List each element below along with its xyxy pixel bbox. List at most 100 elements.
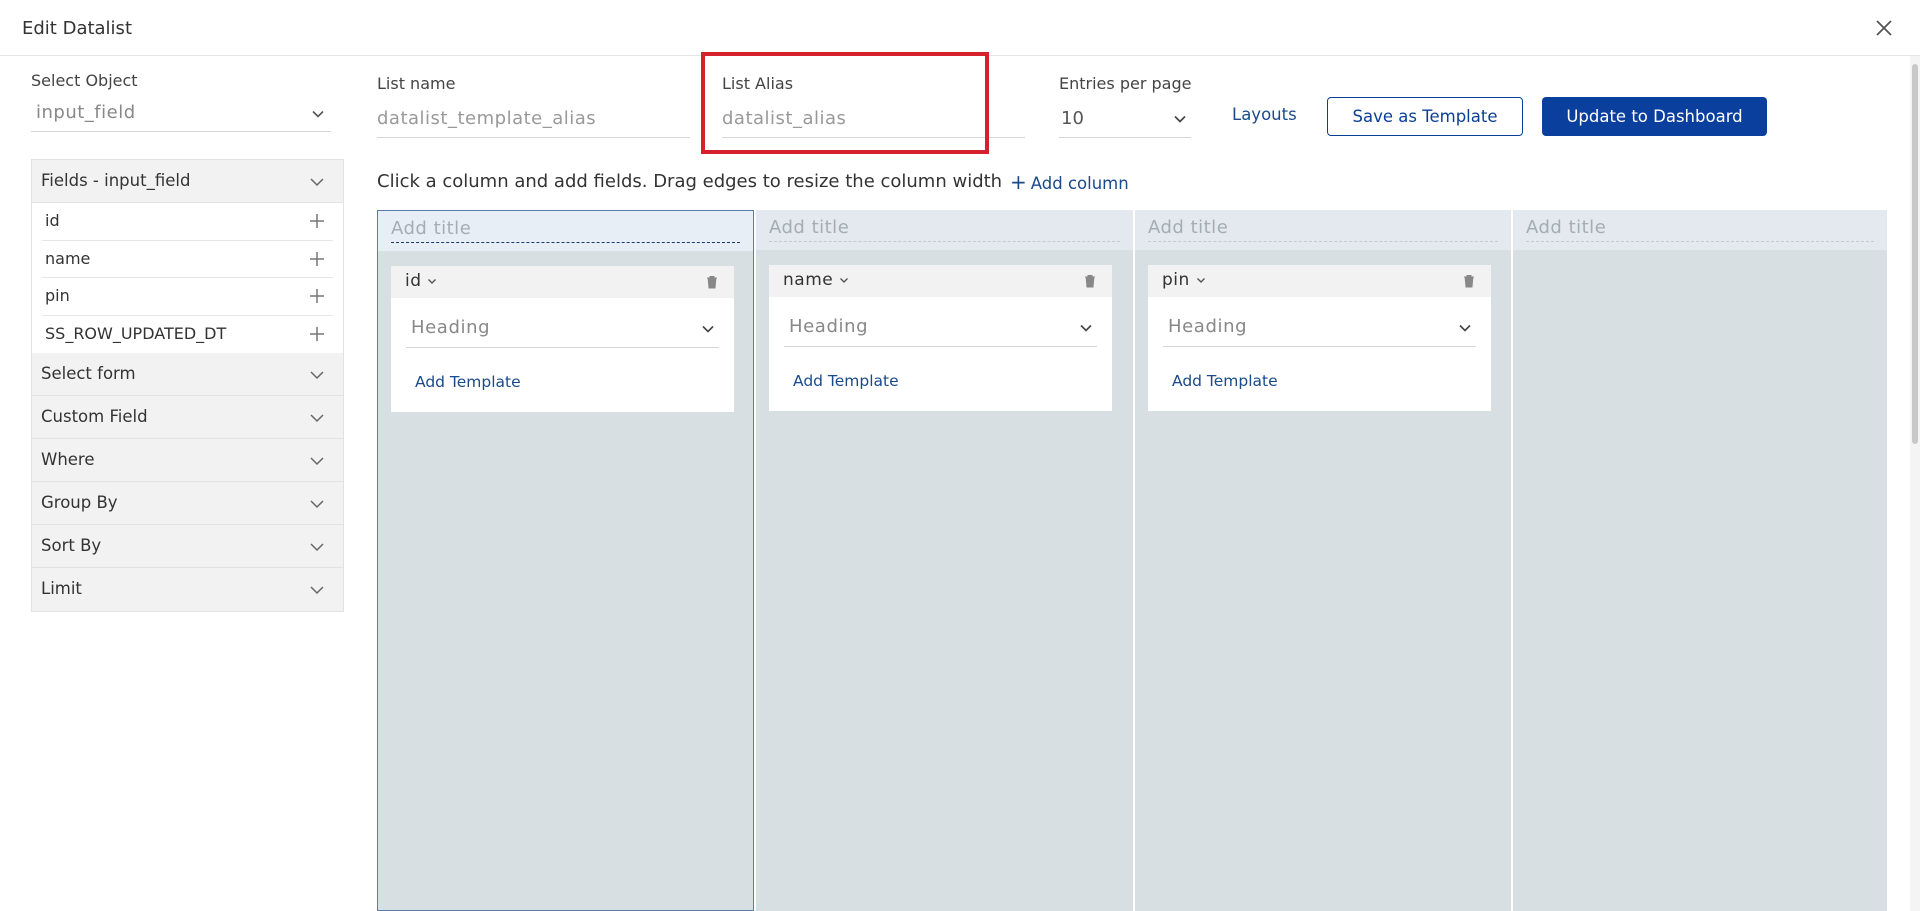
section-select-form[interactable]: Select form <box>32 353 343 396</box>
heading-value: Heading <box>789 316 869 337</box>
dialog-title: Edit Datalist <box>22 18 132 39</box>
field-item-pin[interactable]: pin <box>42 278 333 316</box>
field-name: id <box>405 271 422 291</box>
builder-column[interactable]: Add title pin Heading Add Template <box>1135 210 1511 911</box>
add-column-label: Add column <box>1030 174 1129 193</box>
field-name-dropdown[interactable]: id <box>405 271 437 291</box>
field-card-header: id <box>391 266 734 298</box>
column-title-input[interactable]: Add title <box>391 216 740 243</box>
heading-select[interactable]: Heading <box>1163 309 1476 347</box>
chevron-down-icon <box>309 174 325 193</box>
section-group-by[interactable]: Group By <box>32 482 343 525</box>
save-as-template-button[interactable]: Save as Template <box>1327 97 1523 136</box>
select-object-value: input_field <box>36 102 136 123</box>
entries-per-page-value: 10 <box>1061 108 1084 129</box>
chevron-down-icon <box>428 279 437 284</box>
layouts-link[interactable]: Layouts <box>1232 105 1297 124</box>
add-field-icon[interactable] <box>309 213 325 229</box>
entries-per-page-label: Entries per page <box>1059 74 1192 93</box>
add-template-link[interactable]: Add Template <box>793 372 899 390</box>
chevron-down-icon <box>309 453 325 472</box>
builder-column[interactable]: Add title name Heading Add Template <box>756 210 1133 911</box>
builder-column[interactable]: Add title <box>1513 210 1887 911</box>
chevron-down-icon <box>1196 278 1205 283</box>
column-title-input[interactable]: Add title <box>769 215 1120 242</box>
field-item-label: pin <box>45 286 70 305</box>
update-to-dashboard-button[interactable]: Update to Dashboard <box>1542 97 1767 136</box>
list-alias-value: datalist_alias <box>722 108 847 129</box>
chevron-down-icon <box>701 321 715 340</box>
list-name-input[interactable]: datalist_template_alias <box>377 100 690 138</box>
section-label: Group By <box>41 493 118 512</box>
field-item-label: name <box>45 248 91 268</box>
add-column-button[interactable]: + Add column <box>1010 170 1129 194</box>
heading-value: Heading <box>411 317 491 338</box>
plus-icon: + <box>1010 170 1027 194</box>
section-custom-field[interactable]: Custom Field <box>32 396 343 439</box>
trash-icon[interactable] <box>1082 273 1098 289</box>
close-icon[interactable] <box>1870 14 1898 42</box>
section-label: Limit <box>41 579 82 598</box>
add-field-icon[interactable] <box>309 251 325 267</box>
field-item-id[interactable]: id <box>42 203 333 241</box>
chevron-down-icon <box>1458 320 1472 339</box>
select-object-dropdown[interactable]: input_field <box>31 98 331 132</box>
heading-select[interactable]: Heading <box>784 309 1097 347</box>
section-label: Where <box>41 450 95 469</box>
builder-instructions: Click a column and add fields. Drag edge… <box>377 171 1003 192</box>
chevron-down-icon <box>309 496 325 515</box>
chevron-down-icon <box>1079 320 1093 339</box>
section-where[interactable]: Where <box>32 439 343 482</box>
field-card: id Heading Add Template <box>391 266 734 412</box>
list-alias-label: List Alias <box>722 74 794 93</box>
add-template-link[interactable]: Add Template <box>415 373 521 391</box>
scrollbar-thumb[interactable] <box>1912 64 1918 444</box>
chevron-down-icon <box>840 278 849 283</box>
builder-column[interactable]: Add title id Heading Add Template <box>377 210 754 911</box>
field-name: name <box>783 270 834 290</box>
field-item-label: SS_ROW_UPDATED_DT <box>45 323 227 343</box>
column-title-input[interactable]: Add title <box>1148 215 1498 242</box>
column-title-placeholder: Add title <box>1526 217 1607 238</box>
trash-icon[interactable] <box>1461 273 1477 289</box>
field-item-name[interactable]: name <box>42 241 333 278</box>
column-title-placeholder: Add title <box>769 217 850 238</box>
chevron-down-icon <box>309 410 325 429</box>
entries-per-page-select[interactable]: 10 <box>1059 100 1191 138</box>
field-item-label: id <box>45 211 60 230</box>
list-name-value: datalist_template_alias <box>377 108 597 129</box>
field-name-dropdown[interactable]: pin <box>1162 270 1206 290</box>
list-name-label: List name <box>377 74 456 93</box>
chevron-down-icon <box>1173 111 1187 130</box>
chevron-down-icon <box>309 367 325 386</box>
chevron-down-icon <box>311 106 325 125</box>
field-item-ss-row-updated-dt[interactable]: SS_ROW_UPDATED_DT <box>42 316 333 354</box>
section-label: Sort By <box>41 536 102 555</box>
add-field-icon[interactable] <box>309 326 325 342</box>
select-object-label: Select Object <box>31 71 138 90</box>
field-list: id name pin SS_ROW_UPDATED_DT <box>32 203 343 353</box>
section-limit[interactable]: Limit <box>32 568 343 611</box>
add-template-link[interactable]: Add Template <box>1172 372 1278 390</box>
fields-section-label: Fields - input_field <box>41 171 191 190</box>
field-name-dropdown[interactable]: name <box>783 270 849 290</box>
section-sort-by[interactable]: Sort By <box>32 525 343 568</box>
scrollbar[interactable] <box>1910 56 1920 911</box>
section-label: Custom Field <box>41 407 148 426</box>
dialog-header: Edit Datalist <box>0 0 1920 56</box>
heading-value: Heading <box>1168 316 1248 337</box>
heading-select[interactable]: Heading <box>406 310 719 348</box>
field-card-header: name <box>769 265 1112 297</box>
fields-section-header[interactable]: Fields - input_field <box>32 160 343 203</box>
column-title-placeholder: Add title <box>1148 217 1229 238</box>
field-card: pin Heading Add Template <box>1148 265 1491 411</box>
field-name: pin <box>1162 270 1190 290</box>
column-title-input[interactable]: Add title <box>1526 215 1874 242</box>
chevron-down-icon <box>309 539 325 558</box>
sidebar-accordion: Fields - input_field id name pin SS_ROW_… <box>31 159 344 612</box>
column-title-placeholder: Add title <box>391 218 472 239</box>
add-field-icon[interactable] <box>309 288 325 304</box>
list-alias-input[interactable]: datalist_alias <box>722 100 1025 138</box>
trash-icon[interactable] <box>704 274 720 290</box>
field-card: name Heading Add Template <box>769 265 1112 411</box>
